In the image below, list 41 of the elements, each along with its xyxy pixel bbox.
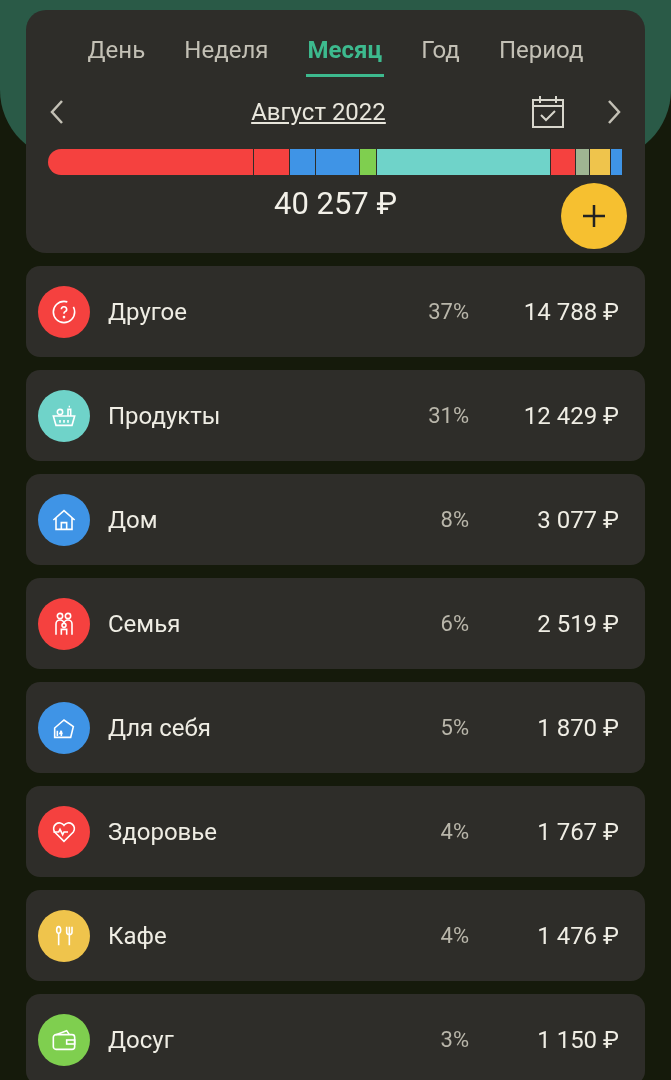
- category-name: Для себя: [108, 713, 212, 742]
- category-amount: 14 788 ₽: [522, 297, 619, 326]
- period-label[interactable]: Август 2022: [106, 98, 531, 126]
- plus-icon: [581, 203, 607, 229]
- category-row[interactable]: Кафе 4% 1 476 ₽: [26, 890, 645, 981]
- category-row[interactable]: Семья 6% 2 519 ₽: [26, 578, 645, 669]
- category-name: Дом: [108, 505, 159, 534]
- category-amount: 1 767 ₽: [536, 817, 619, 846]
- category-row[interactable]: Продукты 31% 12 429 ₽: [26, 370, 645, 461]
- period-tab[interactable]: День: [85, 32, 148, 77]
- category-name: Другое: [108, 297, 188, 326]
- category-amount: 12 429 ₽: [522, 401, 619, 430]
- category-name: Досуг: [108, 1025, 175, 1054]
- category-name: Здоровье: [108, 817, 219, 846]
- category-amount: 1 150 ₽: [536, 1025, 619, 1054]
- category-amount: 2 519 ₽: [536, 609, 619, 638]
- category-row[interactable]: Здоровье 4% 1 767 ₽: [26, 786, 645, 877]
- total-amount: 40 257 ₽: [273, 185, 398, 224]
- category-row[interactable]: Досуг 3% 1 150 ₽: [26, 994, 645, 1080]
- period-tab[interactable]: Неделя: [182, 32, 271, 77]
- category-amount: 3 077 ₽: [536, 505, 619, 534]
- category-percent: 4%: [439, 923, 469, 948]
- period-tab[interactable]: Месяц: [305, 32, 385, 77]
- category-percent: 6%: [439, 611, 469, 636]
- category-name: Семья: [108, 609, 182, 638]
- category-name: Продукты: [108, 401, 222, 430]
- category-row[interactable]: Дом 8% 3 077 ₽: [26, 474, 645, 565]
- category-amount: 1 476 ₽: [536, 921, 619, 950]
- category-row[interactable]: Другое 37% 14 788 ₽: [26, 266, 645, 357]
- category-name: Кафе: [108, 921, 168, 950]
- calendar-icon[interactable]: [531, 95, 565, 129]
- category-percent: 31%: [427, 403, 469, 428]
- period-tab[interactable]: Год: [419, 32, 462, 77]
- category-percent: 8%: [439, 507, 469, 532]
- category-percent: 3%: [439, 1027, 469, 1052]
- category-percent: 4%: [439, 819, 469, 844]
- category-amount: 1 870 ₽: [536, 713, 619, 742]
- category-percent: 37%: [427, 299, 469, 324]
- category-row[interactable]: Для себя 5% 1 870 ₽: [26, 682, 645, 773]
- category-percent: 5%: [439, 715, 469, 740]
- period-tab[interactable]: Период: [496, 32, 586, 77]
